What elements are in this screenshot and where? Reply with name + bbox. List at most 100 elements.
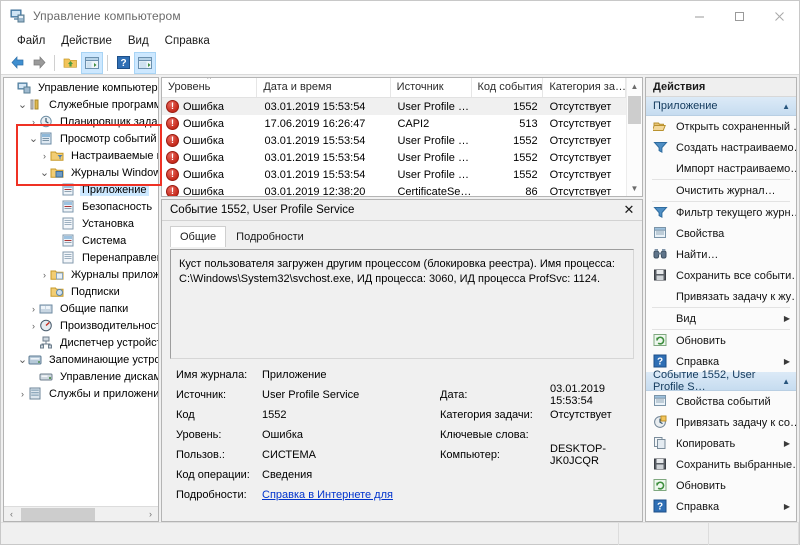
action-attach-task-to-event[interactable]: Привязать задачу к со… — [646, 412, 796, 433]
date-label: Дата: — [440, 389, 468, 401]
menu-action[interactable]: Действие — [53, 33, 120, 49]
chevron-right-icon[interactable]: › — [28, 304, 39, 314]
maximize-button[interactable] — [719, 1, 759, 31]
action-properties[interactable]: Свойства — [646, 223, 796, 244]
scroll-track[interactable] — [19, 507, 143, 522]
show-action-pane-icon[interactable] — [134, 51, 156, 74]
actions-group-application[interactable]: Приложение ▲ — [646, 97, 796, 116]
menu-help[interactable]: Справка — [157, 33, 218, 49]
scroll-left-arrow[interactable]: ‹ — [4, 509, 19, 519]
tree-node[interactable]: Безопасность — [4, 198, 158, 215]
column-source[interactable]: Источник — [391, 78, 472, 97]
action-refresh-2[interactable]: Обновить — [646, 475, 796, 496]
scroll-track-vertical[interactable] — [627, 94, 643, 180]
tree-node[interactable]: Диспетчер устройств — [4, 334, 158, 351]
scroll-thumb[interactable] — [21, 507, 96, 521]
forward-arrow-icon[interactable] — [28, 52, 50, 74]
scroll-thumb-vertical[interactable] — [627, 96, 641, 124]
tree-node[interactable]: › Общие папки — [4, 300, 158, 317]
table-row[interactable]: Ошибка 17.06.2019 16:26:47 CAPI2 513 Отсутст… — [162, 115, 626, 132]
action-refresh[interactable]: Обновить — [646, 330, 796, 351]
action-import-custom-view[interactable]: Импорт настраиваемо… — [646, 158, 796, 179]
scroll-right-arrow[interactable]: › — [143, 509, 158, 519]
table-row[interactable]: Ошибка 03.01.2019 12:38:20 CertificateSe… 8… — [162, 183, 626, 196]
table-row[interactable]: Ошибка 03.01.2019 15:53:54 User Profile … 1… — [162, 149, 626, 166]
tab-details[interactable]: Подробности — [226, 226, 314, 247]
column-datetime[interactable]: Дата и время — [257, 78, 391, 97]
back-arrow-icon[interactable] — [6, 52, 28, 74]
scroll-up-arrow[interactable]: ▲ — [627, 78, 643, 94]
action-label: Очистить журнал… — [676, 184, 776, 197]
action-create-custom-view[interactable]: Создать настраиваемо… — [646, 137, 796, 158]
tree-node[interactable]: › Настраиваемые пре — [4, 147, 158, 164]
chevron-down-icon[interactable]: ⌄ — [17, 99, 28, 110]
help-icon[interactable]: ? — [112, 52, 134, 74]
action-event-properties[interactable]: Свойства событий — [646, 391, 796, 412]
more-info-link[interactable]: Справка в Интернете для — [262, 489, 440, 501]
tree-node[interactable]: Управление дисками — [4, 368, 158, 385]
scroll-down-arrow[interactable]: ▼ — [627, 180, 643, 196]
action-label: Обновить — [676, 334, 726, 347]
action-help-2[interactable]: ? Справка ▶ — [646, 496, 796, 517]
tree-node[interactable]: › Планировщик заданий — [4, 113, 158, 130]
cell-event-id: 86 — [525, 185, 538, 197]
event-list-vertical-scrollbar[interactable]: ▲ ▼ — [626, 78, 642, 196]
tree-node[interactable]: Перенаправлен — [4, 249, 158, 266]
minimize-button[interactable] — [679, 1, 719, 31]
sidebar-horizontal-scrollbar[interactable]: ‹ › — [4, 506, 158, 521]
action-attach-task-to-log[interactable]: Привязать задачу к жу… — [646, 286, 796, 307]
column-task-category[interactable]: Категория за… — [543, 78, 626, 97]
tab-general[interactable]: Общие — [170, 226, 227, 247]
chevron-right-icon[interactable]: › — [17, 389, 28, 399]
show-hide-console-tree-icon[interactable] — [81, 51, 103, 74]
chevron-down-icon[interactable]: ⌄ — [39, 167, 50, 178]
chevron-right-icon[interactable]: › — [28, 321, 39, 331]
tree-node[interactable]: Система — [4, 232, 158, 249]
chevron-right-icon[interactable]: › — [39, 151, 50, 161]
tree-node[interactable]: ⌄ Запоминающие устройств — [4, 351, 158, 368]
collapse-caret-icon-2[interactable]: ▲ — [782, 377, 790, 386]
column-header-label: Источник — [396, 81, 444, 93]
close-button[interactable] — [759, 1, 799, 31]
tree-node[interactable]: › Производительность — [4, 317, 158, 334]
action-view[interactable]: Вид ▶ — [646, 308, 796, 329]
tree-node[interactable]: ⌄ Служебные программы — [4, 96, 158, 113]
cell-source: CertificateSe… — [397, 185, 472, 197]
table-row[interactable]: Ошибка 03.01.2019 15:53:54 User Profile … 1… — [162, 166, 626, 183]
tree-node[interactable]: ⌄ Просмотр событий — [4, 130, 158, 147]
action-open-saved-log[interactable]: Открыть сохраненный … — [646, 116, 796, 137]
action-save-selected-events[interactable]: Сохранить выбранные… — [646, 454, 796, 475]
column-level[interactable]: Уровень ^ — [162, 78, 258, 97]
tree-node[interactable]: Установка — [4, 215, 158, 232]
menu-file[interactable]: Файл — [9, 33, 53, 49]
storage-icon — [28, 353, 44, 367]
column-event-id[interactable]: Код события — [472, 78, 544, 97]
svg-text:?: ? — [120, 58, 126, 69]
tree-node[interactable]: Приложение — [4, 181, 158, 198]
collapse-caret-icon[interactable]: ▲ — [782, 102, 790, 111]
tree-node[interactable]: › Журналы приложен — [4, 266, 158, 283]
table-row[interactable]: Ошибка 03.01.2019 15:53:54 User Profile … 1… — [162, 98, 626, 115]
actions-group-event[interactable]: Событие 1552, User Profile S… ▲ — [646, 369, 796, 393]
action-label: Сохранить все событи… — [676, 269, 796, 282]
chevron-right-icon[interactable]: › — [28, 117, 39, 127]
tree-node[interactable]: Подписки — [4, 283, 158, 300]
menu-view[interactable]: Вид — [120, 33, 157, 49]
action-find[interactable]: Найти… — [646, 244, 796, 265]
tree-node[interactable]: › Службы и приложения — [4, 385, 158, 402]
up-folder-icon[interactable] — [59, 52, 81, 74]
chevron-down-icon[interactable]: ⌄ — [17, 354, 28, 365]
tree-node[interactable]: ⌄ Журналы Windows — [4, 164, 158, 181]
action-save-all-events[interactable]: Сохранить все событи… — [646, 265, 796, 286]
tree-node[interactable]: Управление компьютером (лс — [4, 79, 158, 96]
table-row[interactable]: Ошибка 03.01.2019 15:53:54 User Profile … 1… — [162, 132, 626, 149]
action-clear-log[interactable]: Очистить журнал… — [646, 180, 796, 201]
chevron-right-icon[interactable]: › — [39, 270, 50, 280]
chevron-down-icon[interactable]: ⌄ — [28, 133, 39, 144]
action-copy[interactable]: Копировать ▶ — [646, 433, 796, 454]
task-category-value: Отсутствует — [550, 409, 612, 421]
detail-close-icon[interactable]: ✕ — [616, 202, 642, 218]
cell-source: CAPI2 — [397, 117, 430, 130]
action-filter-current-log[interactable]: Фильтр текущего журн… — [646, 202, 796, 223]
action-label: Сохранить выбранные… — [676, 458, 796, 471]
